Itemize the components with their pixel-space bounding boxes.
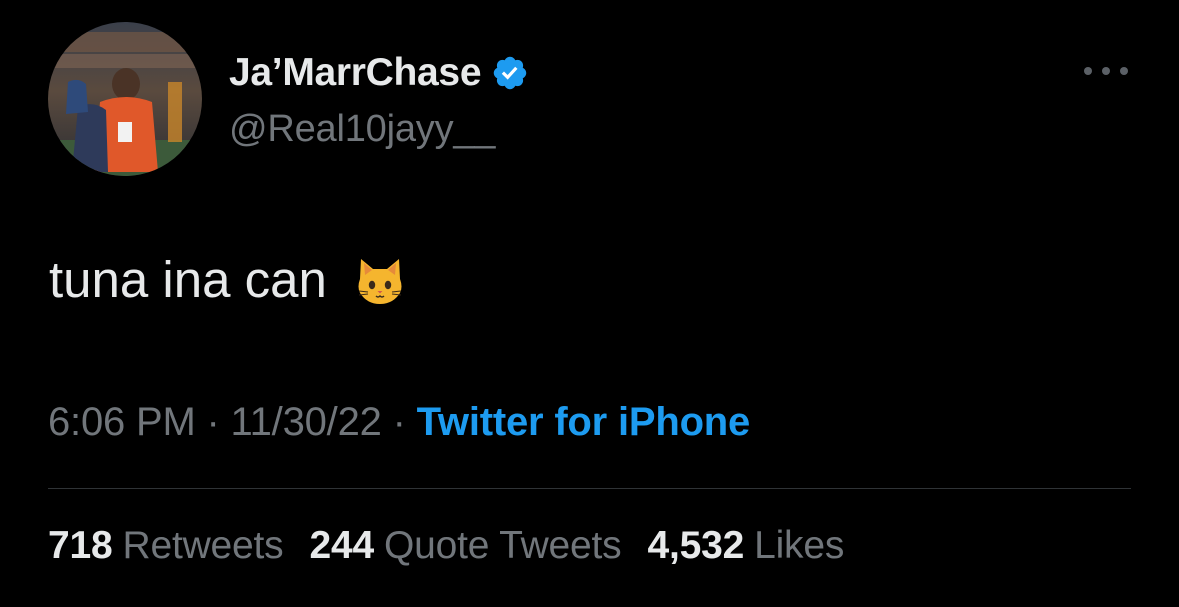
retweets-stat[interactable]: 718 Retweets — [48, 524, 284, 568]
author-block: Ja’MarrChase @Real10jayy__ — [229, 48, 529, 151]
tweet-text: tuna ina can — [49, 250, 407, 309]
more-options-icon[interactable] — [1084, 60, 1128, 82]
tweet-metadata: 6:06 PM · 11/30/22 · Twitter for iPhone — [48, 400, 750, 445]
avatar[interactable] — [48, 22, 202, 176]
tweet-source-link[interactable]: Twitter for iPhone — [417, 400, 751, 444]
tweet-text-content: tuna ina can — [49, 251, 327, 308]
cat-face-icon — [353, 253, 407, 307]
name-row: Ja’MarrChase — [229, 48, 529, 98]
likes-label: Likes — [754, 524, 845, 567]
engagement-stats: 718 Retweets 244 Quote Tweets 4,532 Likes — [48, 524, 844, 568]
tweet-detail: Ja’MarrChase @Real10jayy__ tuna ina can — [0, 0, 1179, 607]
quote-tweets-label: Quote Tweets — [383, 524, 622, 567]
verified-badge-icon — [491, 54, 529, 92]
divider — [48, 488, 1131, 489]
retweets-count: 718 — [48, 524, 113, 567]
likes-stat[interactable]: 4,532 Likes — [647, 524, 844, 568]
separator: · — [392, 400, 406, 444]
likes-count: 4,532 — [647, 524, 745, 567]
separator: · — [206, 400, 220, 444]
display-name[interactable]: Ja’MarrChase — [229, 51, 482, 95]
retweets-label: Retweets — [122, 524, 284, 567]
quote-tweets-stat[interactable]: 244 Quote Tweets — [309, 524, 621, 568]
user-handle[interactable]: @Real10jayy__ — [229, 108, 529, 151]
quote-tweets-count: 244 — [309, 524, 374, 567]
avatar-photo-icon — [48, 22, 202, 176]
tweet-time[interactable]: 6:06 PM — [48, 400, 196, 444]
tweet-date[interactable]: 11/30/22 — [231, 400, 382, 444]
